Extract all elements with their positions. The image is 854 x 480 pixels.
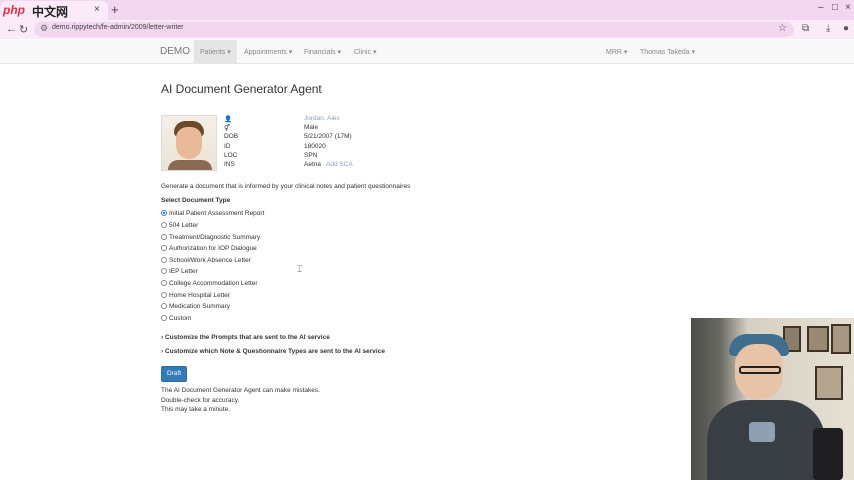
site-logo-cn: 中文网 [32,5,69,19]
doc-type-option[interactable]: IEP Letter [161,268,198,275]
intro-text: Generate a document that is informed by … [161,183,411,190]
person-icon: 👤 [224,116,233,123]
draft-button[interactable]: Draft [161,366,187,382]
radio-button[interactable] [161,245,167,251]
site-info-icon[interactable]: ⚙ [40,23,48,34]
page-title: AI Document Generator Agent [161,82,322,96]
radio-button[interactable] [161,234,167,240]
radio-button[interactable] [161,257,167,263]
radio-button[interactable] [161,222,167,228]
minimize-icon[interactable]: – [818,2,824,13]
doc-type-option[interactable]: Initial Patient Assessment Report [161,210,264,217]
radio-button[interactable] [161,280,167,286]
patient-dob: 5/21/2007 (17M) [304,133,352,140]
dob-label: DOB [224,133,239,140]
close-tab-icon[interactable]: × [94,4,100,15]
doc-type-option[interactable]: College Accommodation Letter [161,280,258,287]
doc-type-option[interactable]: Medication Summary [161,303,230,310]
disclaimer-line: Double-check for accuracy. [161,397,240,404]
doc-type-option[interactable]: Authorization for IOP Dialogue [161,245,257,252]
radio-button[interactable] [161,210,167,216]
patient-sex: Male [304,124,319,131]
ins-label: INS [224,161,235,168]
gender-icon: ⚥ [224,125,230,132]
browser-toolbar: ← ↻ ⚙ demo.rippytech/fe-admin/2009/lette… [0,20,854,39]
mouse-cursor-icon: ⌶ [297,264,303,274]
radio-button[interactable] [161,292,167,298]
bookmark-star-icon[interactable]: ☆ [778,23,787,34]
nav-financials[interactable]: Financials ▾ [304,48,341,56]
disclaimer-line: This may take a minute. [161,406,230,413]
add-sca-link[interactable]: Add SCA [326,161,353,168]
patient-loc: SPN [304,152,318,159]
document-type-heading: Select Document Type [161,197,231,204]
chevron-right-icon: › [161,348,164,355]
disclaimer-line: The AI Document Generator Agent can make… [161,387,320,394]
doc-type-option[interactable]: Home Hospital Letter [161,292,230,299]
profile-icon[interactable]: ● [843,23,849,34]
address-bar[interactable]: ⚙ demo.rippytech/fe-admin/2009/letter-wr… [34,22,794,37]
app-navbar: DEMO Patients ▾ Appointments ▾ Financial… [0,40,854,64]
customize-prompts-toggle[interactable]: › Customize the Prompts that are sent to… [161,334,330,341]
window-close-icon[interactable]: × [845,2,851,13]
radio-button[interactable] [161,315,167,321]
maximize-icon[interactable]: □ [832,2,838,13]
customize-notes-toggle[interactable]: › Customize which Note & Questionnaire T… [161,348,385,355]
reload-icon[interactable]: ↻ [19,23,28,36]
loc-label: LOC [224,152,238,159]
patient-ins: Aetna [304,161,321,168]
webcam-overlay [691,318,854,480]
chevron-right-icon: › [161,334,164,341]
site-logo: php [3,3,25,17]
browser-tab[interactable]: php 中文网 × [0,1,108,20]
browser-tab-bar: php 中文网 × + – □ × [0,0,854,20]
patient-name[interactable]: Jordan, Alex [304,115,340,122]
id-label: ID [224,143,231,150]
doc-type-option[interactable]: Custom [161,315,191,322]
radio-button[interactable] [161,303,167,309]
patient-avatar [161,115,217,171]
url-text: demo.rippytech/fe-admin/2009/letter-writ… [52,24,184,31]
nav-appointments[interactable]: Appointments ▾ [244,48,292,56]
nav-mrr[interactable]: MRR ▾ [606,48,627,56]
nav-user-menu[interactable]: Thomas Takeda ▾ [640,48,695,56]
extensions-icon[interactable]: ⧉ [802,23,809,34]
radio-button[interactable] [161,268,167,274]
patient-id: 180020 [304,143,326,150]
nav-patients[interactable]: Patients ▾ [194,40,237,63]
doc-type-option[interactable]: School/Work Absence Letter [161,257,251,264]
new-tab-icon[interactable]: + [111,2,119,17]
back-icon[interactable]: ← [6,23,17,35]
brand-logo[interactable]: DEMO [160,46,190,57]
download-icon[interactable]: ⤓ [826,23,830,34]
nav-clinic[interactable]: Clinic ▾ [354,48,377,56]
doc-type-option[interactable]: Treatment/Diagnostic Summary [161,234,260,241]
doc-type-option[interactable]: 504 Letter [161,222,198,229]
